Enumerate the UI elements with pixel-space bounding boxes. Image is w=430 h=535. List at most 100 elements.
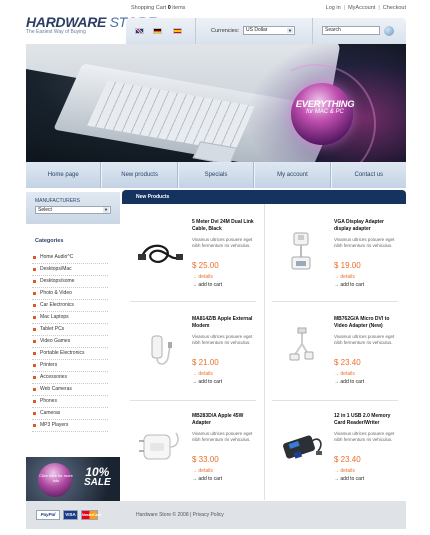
product-name[interactable]: 12 in 1 USB 2.0 Memory Card Reader/Write… [334, 413, 402, 426]
nav-home[interactable]: Home page [26, 162, 102, 188]
cart-count: 0 [167, 5, 171, 11]
product-name[interactable]: MB762G/A Micro DVI to Video Adapter (New… [334, 316, 402, 329]
product-name[interactable]: MA814Z/B Apple External Modem [192, 316, 260, 329]
category-item[interactable]: Cameras [32, 408, 108, 420]
divider [312, 18, 313, 44]
add-to-cart-link[interactable]: → add to cart [192, 476, 222, 482]
sale-promo-banner[interactable]: Click here for more info 10% SALE [26, 457, 120, 501]
details-label: details [198, 468, 213, 474]
manufacturers-value: Select [38, 207, 52, 213]
new-products-title: New Products [136, 194, 170, 200]
details-link[interactable]: → details [192, 274, 213, 280]
login-link[interactable]: Log in [326, 5, 341, 11]
checkout-link[interactable]: Checkout [383, 5, 406, 11]
product-name[interactable]: 5 Meter Dvi 24M Dual Link Cable, Black [192, 219, 260, 232]
nav-contact[interactable]: Contact us [330, 162, 406, 188]
product-description: Vivamus ultrices posuere eget nibh ferme… [334, 334, 395, 345]
divider [130, 400, 256, 401]
category-item[interactable]: Car Electronics [32, 300, 108, 312]
product-card: 5 Meter Dvi 24M Dual Link Cable, Black V… [132, 215, 262, 303]
divider [272, 400, 398, 401]
add-to-cart-link[interactable]: → add to cart [192, 379, 222, 385]
separator: | [378, 5, 380, 11]
add-to-cart-label: add to cart [198, 282, 223, 288]
product-description: Vivamus ultrices posuere eget nibh ferme… [192, 334, 253, 345]
category-item[interactable]: MP3 Players [32, 420, 108, 432]
vga-adapter-icon[interactable] [278, 227, 326, 275]
new-products-header: New Products [122, 190, 406, 204]
footer-copyright[interactable]: Hardware Store © 2008 | Privacy Policy [136, 512, 224, 518]
details-label: details [340, 371, 355, 377]
hero-banner[interactable]: EVERYTHING for MAC & PC [26, 44, 406, 162]
add-to-cart-link[interactable]: → add to cart [334, 282, 364, 288]
details-link[interactable]: → details [334, 274, 355, 280]
cart-summary[interactable]: Shopping Cart 0 items [131, 5, 185, 11]
chevron-down-icon: ▼ [103, 207, 109, 213]
card-reader-icon[interactable] [278, 421, 326, 469]
category-item[interactable]: Video Games [32, 336, 108, 348]
product-description: Vivamus ultrices posuere eget nibh ferme… [192, 237, 253, 248]
category-item[interactable]: Home Audio^C [32, 252, 108, 264]
currency-value: US Dollar [246, 27, 268, 33]
myaccount-link[interactable]: MyAccount [348, 5, 375, 11]
dvi-adapter-icon[interactable] [278, 324, 326, 372]
flag-es-icon[interactable] [173, 28, 182, 34]
add-to-cart-link[interactable]: → add to cart [192, 282, 222, 288]
main-nav: Home page New products Specials My accou… [26, 162, 406, 188]
nav-specials[interactable]: Specials [177, 162, 255, 188]
add-to-cart-label: add to cart [340, 282, 365, 288]
product-price: $ 33.00 [192, 455, 219, 464]
category-item[interactable]: Desktops/Mac [32, 264, 108, 276]
promo-sale-text: 10% SALE [84, 466, 111, 488]
product-name[interactable]: VGA Display Adapter display adapter [334, 219, 402, 232]
power-adapter-icon[interactable] [136, 421, 184, 469]
modem-icon[interactable] [136, 324, 184, 372]
product-description: Vivamus ultrices posuere eget nibh ferme… [334, 237, 395, 248]
add-to-cart-link[interactable]: → add to cart [334, 379, 364, 385]
add-to-cart-label: add to cart [340, 379, 365, 385]
product-price: $ 21.00 [192, 358, 219, 367]
details-link[interactable]: → details [334, 371, 355, 377]
top-links: Log in | MyAccount | Checkout [326, 5, 406, 11]
product-card: 12 in 1 USB 2.0 Memory Card Reader/Write… [274, 409, 404, 497]
currency-select[interactable]: US Dollar ▼ [243, 26, 295, 35]
flag-de-icon[interactable] [153, 28, 162, 34]
product-name[interactable]: MB283D/A Apple 45W Adapter [192, 413, 260, 426]
category-item[interactable]: Phones [32, 396, 108, 408]
category-item[interactable]: Web Cameras [32, 384, 108, 396]
category-item[interactable]: Accessories [32, 372, 108, 384]
separator: | [343, 5, 346, 11]
cart-suffix: items [172, 5, 186, 11]
add-to-cart-label: add to cart [340, 476, 365, 482]
manufacturers-select[interactable]: Select ▼ [35, 206, 111, 214]
nav-new-products[interactable]: New products [101, 162, 178, 188]
product-price: $ 19.00 [334, 261, 361, 270]
add-to-cart-label: add to cart [198, 476, 223, 482]
product-price: $ 23.40 [334, 455, 361, 464]
category-item[interactable]: Desktops/some [32, 276, 108, 288]
chevron-down-icon: ▼ [287, 28, 293, 33]
category-list: Home Audio^C Desktops/Mac Desktops/some … [32, 252, 108, 432]
details-label: details [340, 274, 355, 280]
banner-text: EVERYTHING for MAC & PC [294, 99, 356, 115]
category-item[interactable]: Printers [32, 360, 108, 372]
details-link[interactable]: → details [192, 468, 213, 474]
category-item[interactable]: Tablet PCs [32, 324, 108, 336]
category-item[interactable]: Mac Laptops [32, 312, 108, 324]
category-item[interactable]: Portable Electronics [32, 348, 108, 360]
search-button[interactable] [384, 26, 394, 36]
manufacturers-box: MANUFACTURERS Select ▼ [26, 192, 120, 224]
flag-uk-icon[interactable] [135, 28, 144, 34]
product-description: Vivamus ultrices posuere eget nibh ferme… [334, 431, 395, 442]
cable-icon[interactable] [136, 227, 184, 275]
header-toolbar: Currencies: US Dollar ▼ Search [126, 18, 406, 44]
details-link[interactable]: → details [192, 371, 213, 377]
product-description: Vivamus ultrices posuere eget nibh ferme… [192, 431, 253, 442]
add-to-cart-link[interactable]: → add to cart [334, 476, 364, 482]
search-input[interactable]: Search [322, 26, 380, 35]
category-item[interactable]: Photo & Video [32, 288, 108, 300]
nav-my-account[interactable]: My account [254, 162, 331, 188]
details-link[interactable]: → details [334, 468, 355, 474]
divider [195, 18, 196, 44]
categories-title: Categories [35, 238, 64, 244]
